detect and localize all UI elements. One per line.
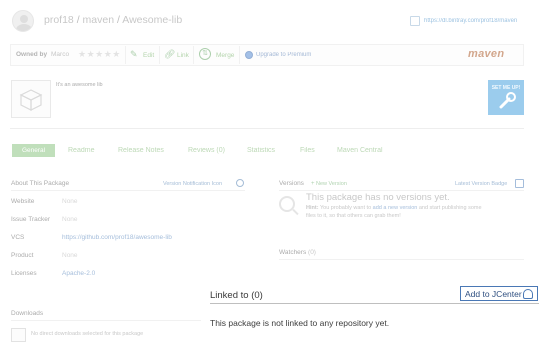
- toolbar-divider: [159, 46, 160, 64]
- breadcrumb-repo[interactable]: maven: [83, 14, 115, 26]
- breadcrumb-separator: /: [76, 14, 80, 26]
- settings-icon[interactable]: [236, 179, 244, 187]
- wrench-icon: [499, 92, 516, 109]
- section-divider: [279, 259, 524, 260]
- owned-by-label: Owned by: [16, 51, 48, 58]
- search-icon-handle: [292, 208, 299, 216]
- version-notification-link[interactable]: Version Notification Icon: [163, 181, 222, 187]
- download-icon: [11, 328, 26, 342]
- section-divider: [279, 190, 524, 191]
- owner-avatar[interactable]: [12, 10, 34, 32]
- hint-text: You probably want to: [319, 205, 372, 211]
- hint-rest: and start publishing some: [418, 205, 482, 211]
- vcs-label: VCS: [11, 234, 25, 241]
- badge-icon[interactable]: [515, 179, 524, 188]
- tab-release-notes[interactable]: Release Notes: [118, 147, 164, 154]
- cube-icon: [19, 89, 43, 111]
- linked-empty-message: This package is not linked to any reposi…: [210, 318, 390, 328]
- download-url-link[interactable]: https://dl.bintray.com/prof18/maven: [424, 18, 517, 24]
- issue-tracker-value: None: [62, 216, 78, 223]
- website-value: None: [62, 198, 78, 205]
- copy-url-icon[interactable]: [410, 16, 420, 26]
- maven-logo: maven: [468, 48, 505, 60]
- downloads-section-title: Downloads: [11, 310, 44, 317]
- add-to-jcenter-button[interactable]: Add to JCenter: [460, 286, 538, 301]
- package-description: It's an awesome lib: [56, 82, 103, 88]
- add-to-jcenter-label: Add to JCenter: [465, 289, 522, 299]
- website-label: Website: [11, 198, 35, 205]
- merge-button[interactable]: Merge: [216, 52, 234, 59]
- plus-icon: +: [311, 181, 315, 187]
- pencil-icon: ✎: [130, 49, 138, 59]
- about-section-title: About This Package: [11, 180, 70, 187]
- watchers-section-title: Watchers (0): [279, 249, 316, 256]
- issue-tracker-label: Issue Tracker: [11, 216, 51, 223]
- product-value: None: [62, 252, 78, 259]
- breadcrumb-separator: /: [116, 14, 120, 26]
- versions-section-title: Versions: [279, 180, 304, 187]
- owner-name-link[interactable]: Marco: [51, 51, 69, 58]
- toolbar-divider: [125, 46, 126, 64]
- add-new-version-link[interactable]: add a new version: [373, 205, 418, 211]
- toolbar-divider: [239, 46, 240, 64]
- downloads-note: No direct downloads selected for this pa…: [31, 331, 144, 337]
- watchers-count[interactable]: (0): [308, 249, 316, 256]
- vcs-link[interactable]: https://github.com/prof18/awesome-lib: [62, 234, 172, 241]
- premium-icon: [245, 51, 253, 59]
- licenses-label: Licenses: [11, 270, 37, 277]
- hint-prefix: Hint:: [306, 205, 319, 211]
- license-link[interactable]: Apache-2.0: [62, 270, 95, 277]
- tab-general[interactable]: General: [12, 144, 55, 157]
- package-breadcrumb: prof18 / maven / Awesome-lib: [44, 14, 182, 26]
- avatar-head: [20, 15, 28, 23]
- latest-version-badge-link[interactable]: Latest Version Badge: [455, 181, 507, 187]
- link-icon: 🔗︎: [164, 49, 176, 59]
- versions-hint-line2: files to it, so that others can grab the…: [306, 213, 401, 219]
- rating-stars[interactable]: ★★★★★: [78, 49, 121, 60]
- tab-readme[interactable]: Readme: [68, 147, 94, 154]
- versions-hint: Hint: You probably want to add a new ver…: [306, 205, 482, 211]
- divider: [10, 128, 524, 129]
- breadcrumb-owner[interactable]: prof18: [44, 14, 74, 26]
- tab-files[interactable]: Files: [300, 147, 315, 154]
- avatar-shoulders: [16, 24, 32, 31]
- linked-divider: [210, 303, 539, 304]
- package-icon: [11, 80, 51, 118]
- set-me-up-button[interactable]: SET ME UP!: [488, 80, 524, 115]
- breadcrumb-package: Awesome-lib: [122, 14, 183, 26]
- tab-maven-central[interactable]: Maven Central: [337, 147, 383, 154]
- link-button[interactable]: Link: [177, 52, 189, 59]
- tab-statistics[interactable]: Statistics: [247, 147, 275, 154]
- tab-reviews[interactable]: Reviews (0): [188, 147, 225, 154]
- section-divider: [11, 320, 201, 321]
- new-version-link[interactable]: New Version: [316, 181, 347, 187]
- section-divider: [11, 190, 245, 191]
- toolbar-divider: [193, 46, 194, 64]
- watchers-label: Watchers: [279, 249, 307, 256]
- product-label: Product: [11, 252, 34, 259]
- jcenter-icon: [523, 289, 533, 299]
- merge-icon: ⇅: [199, 48, 211, 60]
- upgrade-premium-link[interactable]: Upgrade to Premium: [256, 52, 311, 58]
- edit-button[interactable]: Edit: [143, 52, 154, 59]
- linked-to-title: Linked to (0): [210, 290, 263, 301]
- no-versions-message: This package has no versions yet.: [306, 192, 450, 203]
